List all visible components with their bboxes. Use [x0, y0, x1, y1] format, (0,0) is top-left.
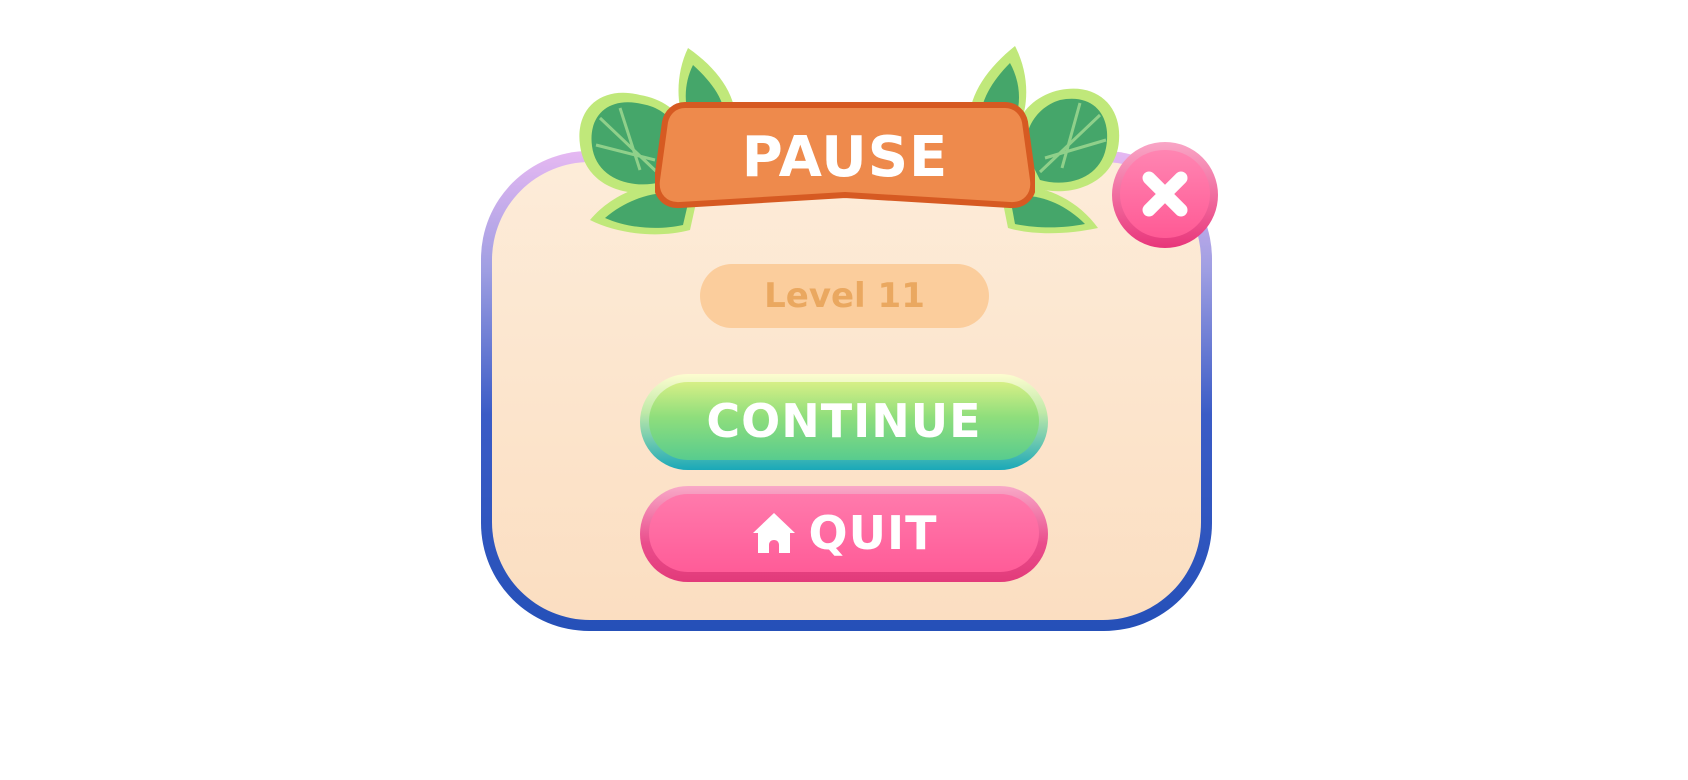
home-icon: [752, 513, 795, 553]
close-button[interactable]: [1112, 142, 1218, 248]
quit-button[interactable]: QUIT: [640, 486, 1048, 582]
continue-button[interactable]: CONTINUE: [640, 374, 1048, 470]
dialog-title: PAUSE: [741, 125, 949, 190]
continue-label: CONTINUE: [706, 394, 982, 448]
quit-label: QUIT: [808, 506, 938, 560]
close-x-icon: [1142, 171, 1188, 217]
level-indicator: Level 11: [700, 264, 989, 328]
